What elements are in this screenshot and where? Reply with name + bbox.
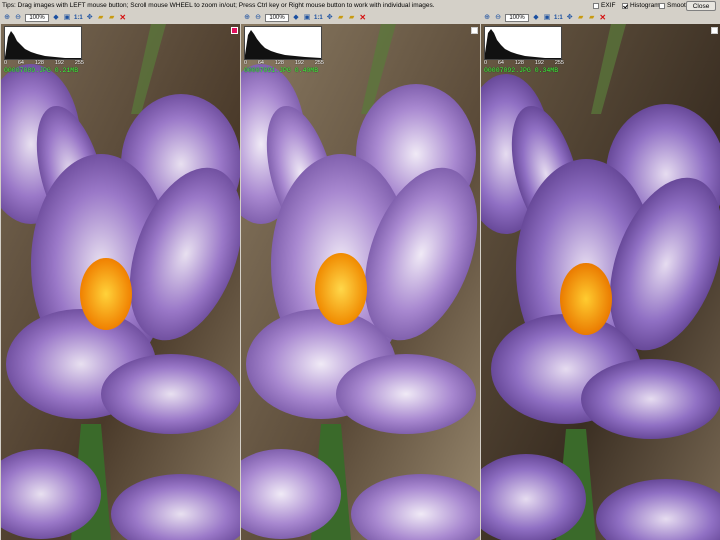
zoom-in-icon[interactable]: ⊕ [243, 14, 251, 22]
smooth-check-box[interactable] [659, 3, 665, 9]
fit-window-icon[interactable]: ▣ [63, 14, 71, 22]
fit-icon[interactable]: ◆ [532, 14, 540, 22]
tips-text: Tips: Drag images with LEFT mouse button… [2, 2, 435, 9]
file-info: 00007092.JPG 0.34MB [484, 67, 559, 74]
exif-checkbox[interactable]: EXIF [593, 2, 615, 10]
panel-toolbar: ⊕ ⊖ 100% ◆ ▣ 1:1 ✥ ▰ ▰ ✕ [241, 12, 480, 24]
exif-label: EXIF [601, 2, 616, 9]
hist-tick: 0 [484, 60, 488, 66]
histogram-checkbox[interactable]: Histogram [622, 2, 660, 10]
zoom-level[interactable]: 100% [505, 14, 529, 22]
histogram-label: Histogram [630, 2, 660, 9]
image-panel-1[interactable]: ⊕ ⊖ 100% ◆ ▣ 1:1 ✥ ▰ ▰ ✕ 0 64 128 192 25… [1, 12, 240, 540]
hist-tick: 128 [34, 60, 44, 66]
save-folder-icon[interactable]: ▰ [348, 14, 356, 22]
remove-icon[interactable]: ✕ [359, 14, 367, 22]
pan-icon[interactable]: ✥ [326, 14, 334, 22]
panel-select-box[interactable] [231, 27, 238, 34]
hist-tick: 64 [17, 60, 24, 66]
hist-tick: 192 [294, 60, 304, 66]
histogram-ticks: 0 64 128 192 255 [244, 60, 324, 66]
crocus-photo[interactable] [481, 24, 720, 540]
image-panel-2[interactable]: ⊕ ⊖ 100% ◆ ▣ 1:1 ✥ ▰ ▰ ✕ 0 64 128 192 25… [241, 12, 480, 540]
remove-icon[interactable]: ✕ [119, 14, 127, 22]
histogram [4, 26, 82, 60]
zoom-in-icon[interactable]: ⊕ [483, 14, 491, 22]
exif-check-box[interactable] [593, 3, 599, 9]
hist-tick: 255 [314, 60, 324, 66]
fit-window-icon[interactable]: ▣ [303, 14, 311, 22]
hist-tick: 128 [274, 60, 284, 66]
zoom-in-icon[interactable]: ⊕ [3, 14, 11, 22]
save-folder-icon[interactable]: ▰ [588, 14, 596, 22]
actual-size-button[interactable]: 1:1 [74, 15, 83, 21]
fit-icon[interactable]: ◆ [292, 14, 300, 22]
hist-tick: 0 [4, 60, 8, 66]
zoom-out-icon[interactable]: ⊖ [494, 14, 502, 22]
histogram-plot [245, 30, 321, 59]
histogram [244, 26, 322, 60]
histogram-ticks: 0 64 128 192 255 [484, 60, 564, 66]
hist-tick: 255 [74, 60, 84, 66]
actual-size-button[interactable]: 1:1 [554, 15, 563, 21]
fit-icon[interactable]: ◆ [52, 14, 60, 22]
crocus-photo[interactable] [1, 24, 240, 540]
hist-tick: 192 [54, 60, 64, 66]
hist-tick: 64 [257, 60, 264, 66]
pan-icon[interactable]: ✥ [86, 14, 94, 22]
zoom-out-icon[interactable]: ⊖ [14, 14, 22, 22]
open-folder-icon[interactable]: ▰ [577, 14, 585, 22]
hist-tick: 0 [244, 60, 248, 66]
zoom-out-icon[interactable]: ⊖ [254, 14, 262, 22]
histogram [484, 26, 562, 60]
crocus-photo[interactable] [241, 24, 480, 540]
hist-tick: 192 [534, 60, 544, 66]
remove-icon[interactable]: ✕ [599, 14, 607, 22]
close-button[interactable]: Close [686, 1, 716, 11]
panel-toolbar: ⊕ ⊖ 100% ◆ ▣ 1:1 ✥ ▰ ▰ ✕ [481, 12, 720, 24]
pan-icon[interactable]: ✥ [566, 14, 574, 22]
actual-size-button[interactable]: 1:1 [314, 15, 323, 21]
save-folder-icon[interactable]: ▰ [108, 14, 116, 22]
histogram-plot [485, 29, 561, 59]
panel-select-box[interactable] [471, 27, 478, 34]
hist-tick: 255 [554, 60, 564, 66]
hist-tick: 64 [497, 60, 504, 66]
histogram-check-box[interactable] [622, 3, 628, 9]
smooth-checkbox[interactable]: Smooth [659, 2, 689, 10]
zoom-level[interactable]: 100% [25, 14, 49, 22]
open-folder-icon[interactable]: ▰ [337, 14, 345, 22]
tips-bar: Tips: Drag images with LEFT mouse button… [0, 0, 720, 12]
image-panel-3[interactable]: ⊕ ⊖ 100% ◆ ▣ 1:1 ✥ ▰ ▰ ✕ 0 64 128 192 25… [481, 12, 720, 540]
file-info: 00007091.JPG 0.40MB [244, 67, 319, 74]
hist-tick: 128 [514, 60, 524, 66]
panel-select-box[interactable] [711, 27, 718, 34]
file-info: 00007089.JPG 0.21MB [4, 67, 79, 74]
panel-toolbar: ⊕ ⊖ 100% ◆ ▣ 1:1 ✥ ▰ ▰ ✕ [1, 12, 240, 24]
open-folder-icon[interactable]: ▰ [97, 14, 105, 22]
fit-window-icon[interactable]: ▣ [543, 14, 551, 22]
histogram-ticks: 0 64 128 192 255 [4, 60, 84, 66]
histogram-plot [5, 31, 81, 59]
zoom-level[interactable]: 100% [265, 14, 289, 22]
